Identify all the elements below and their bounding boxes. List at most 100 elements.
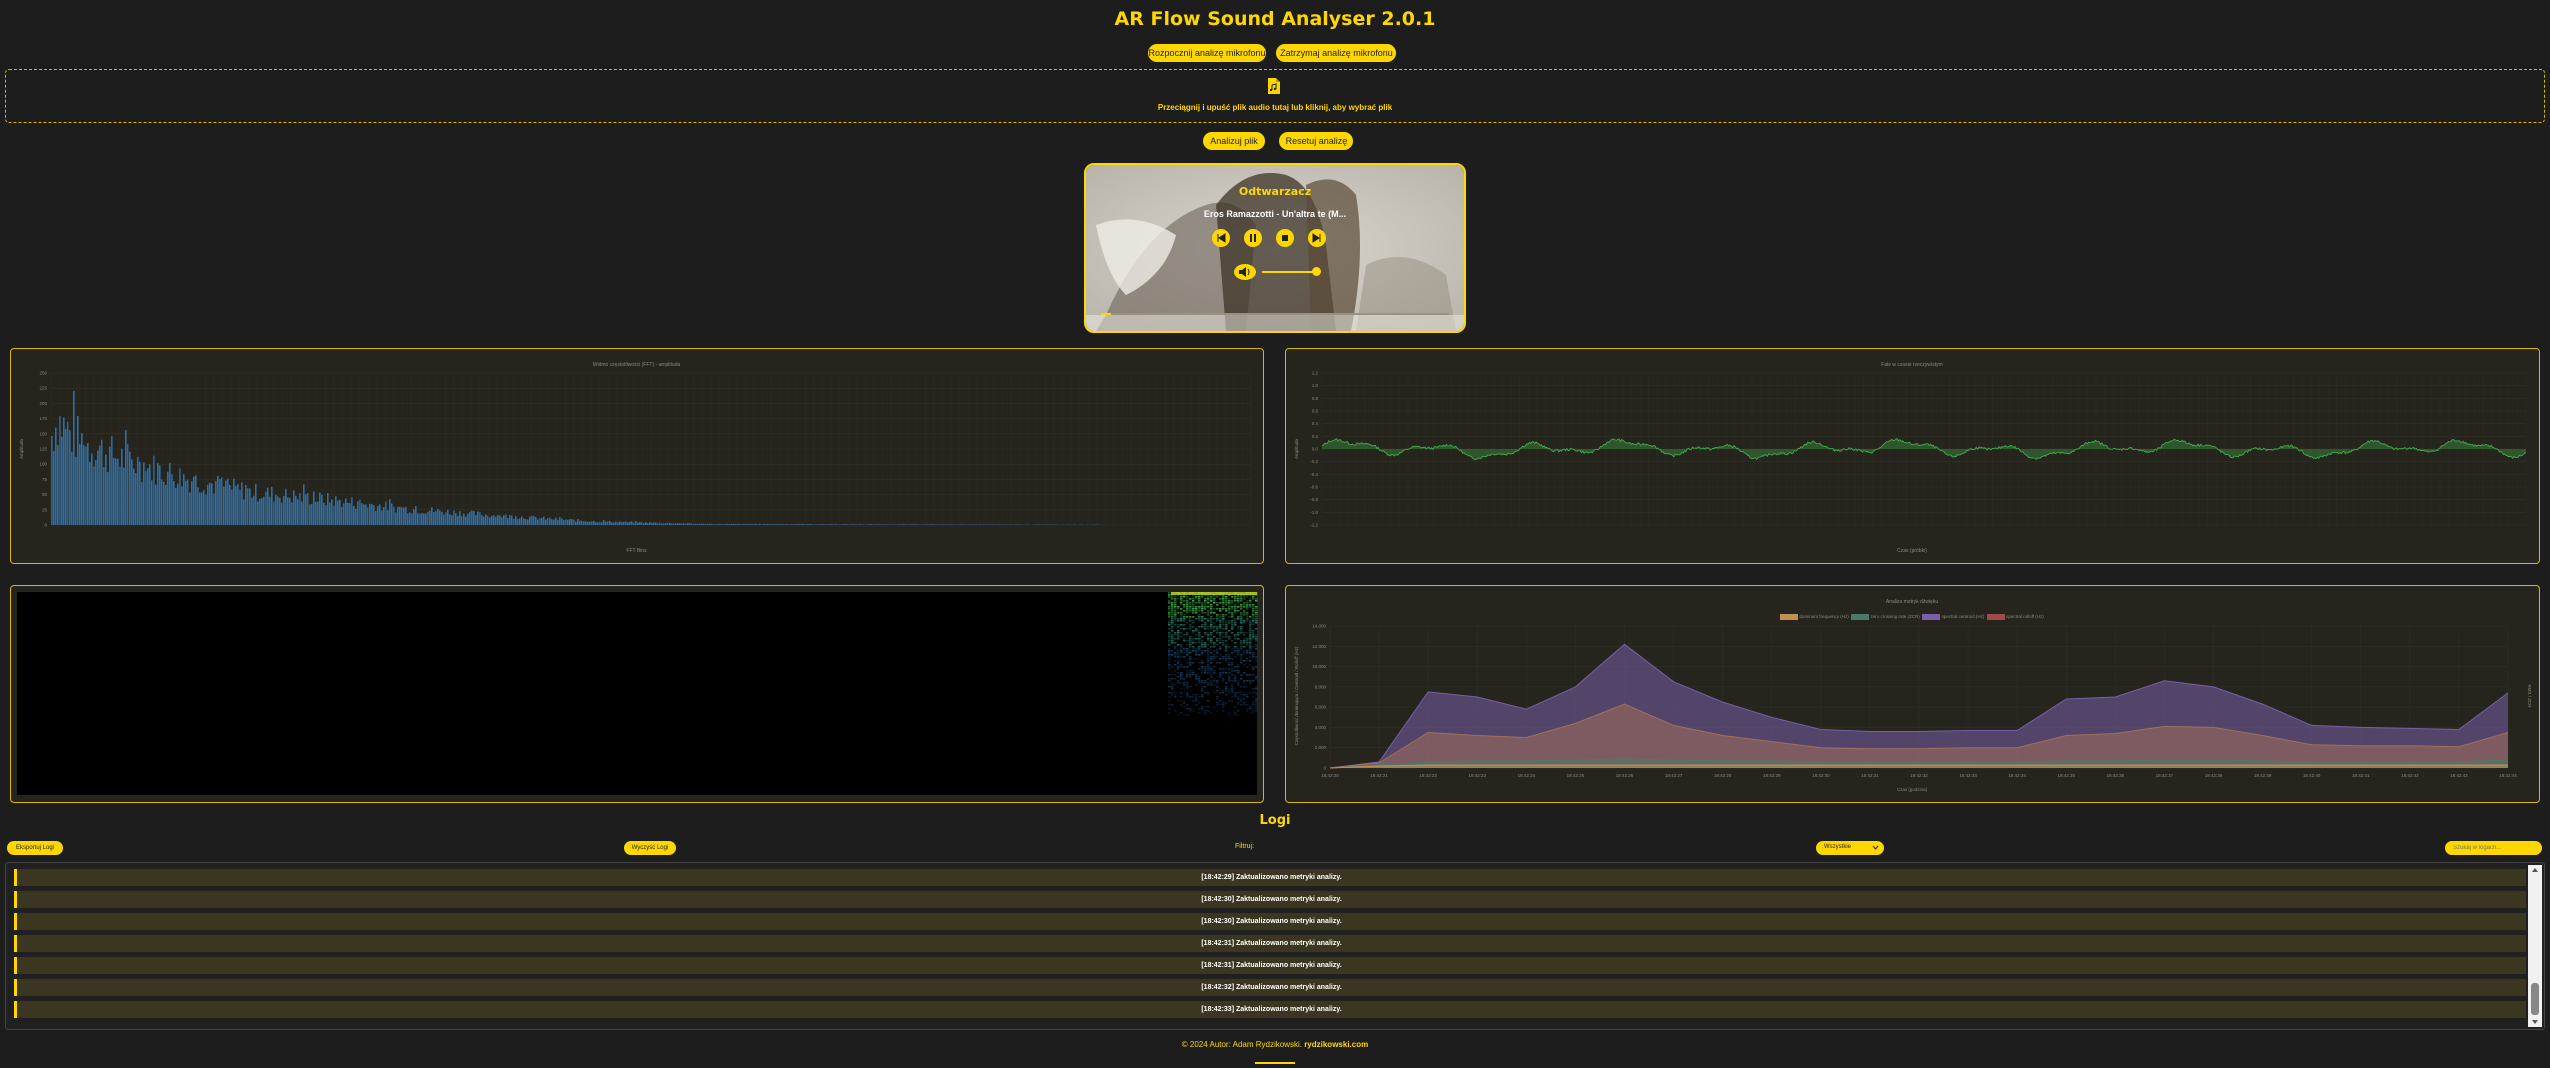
stop-mic-button[interactable]: Zatrzymaj analizę mikrofonu	[1276, 44, 1397, 62]
clear-logs-button[interactable]: Wyczyść Logi	[624, 841, 676, 855]
y-tick-label: 0.2	[1312, 434, 1319, 439]
spectrogram-cell	[1252, 692, 1255, 694]
spectrogram-cell	[1231, 670, 1234, 672]
fft-bar	[371, 503, 373, 525]
spectrogram-cell	[1237, 626, 1240, 628]
next-icon[interactable]	[1307, 228, 1327, 248]
spectrogram-cell	[1201, 606, 1204, 608]
spectrogram-cell	[1186, 598, 1189, 600]
start-mic-button[interactable]: Rozpocznij analizę mikrofonu	[1148, 44, 1266, 62]
fft-bar	[87, 443, 89, 525]
spectrogram-cell	[1219, 676, 1222, 678]
log-search-input[interactable]	[2445, 841, 2542, 855]
spectrogram-cell	[1210, 622, 1213, 624]
spectrogram-cell	[1252, 688, 1255, 690]
spectrogram-cell	[1177, 672, 1180, 674]
fft-bar	[367, 507, 369, 525]
fft-bar	[523, 518, 525, 525]
progress-bar[interactable]	[1101, 313, 1449, 315]
spectrogram-cell	[1171, 634, 1174, 636]
spectrogram-cell	[1168, 638, 1171, 640]
pause-icon[interactable]	[1243, 228, 1263, 248]
fft-bar	[103, 467, 105, 525]
spectrogram-cell	[1177, 676, 1180, 678]
spectrogram-cell	[1213, 680, 1216, 682]
spectrogram-cell	[1228, 646, 1231, 648]
fft-bar	[663, 523, 665, 525]
spectrogram-cell	[1249, 600, 1252, 602]
metrics-chart: 02,0004,0006,0008,00010,00012,00014,0001…	[1294, 624, 2532, 779]
spectrogram-cell	[1207, 706, 1210, 708]
volume-slider-thumb[interactable]	[1312, 267, 1321, 276]
metrics-chart-card: Analiza metryk dźwięku dominant frequenc…	[1285, 585, 2540, 803]
fft-bar	[785, 524, 787, 525]
spectrogram-cell	[1183, 666, 1186, 668]
spectrogram-cell	[1207, 710, 1210, 712]
fft-bar	[657, 523, 659, 525]
spectrogram-cell	[1234, 606, 1237, 608]
spectrogram-cell	[1171, 674, 1174, 676]
spectrogram-cell	[1243, 694, 1246, 696]
spectrogram-cell	[1168, 596, 1171, 598]
volume-icon[interactable]	[1233, 263, 1257, 281]
spectrogram-cell	[1234, 608, 1237, 610]
spectrogram-cell	[1180, 632, 1183, 634]
y-tick-label: 14,000	[1312, 624, 1326, 629]
fft-bar	[319, 492, 321, 525]
x-tick-label: 18:42:38	[2205, 773, 2223, 778]
reset-analysis-button[interactable]: Resetuj analizę	[1279, 132, 1354, 150]
fft-bar	[677, 523, 679, 525]
spectrogram-cell	[1240, 618, 1243, 620]
fft-bar	[917, 524, 919, 525]
spectrogram-cell	[1240, 686, 1243, 688]
spectrogram-cell	[1240, 656, 1243, 658]
spectrogram-cell	[1210, 660, 1213, 662]
spectrogram-cell	[1216, 632, 1219, 634]
spectrogram-cell	[1198, 596, 1201, 598]
log-filter-select[interactable]: Wszystkie	[1816, 841, 1884, 855]
spectrogram-cell	[1255, 598, 1258, 600]
scroll-down-icon[interactable]	[2531, 1019, 2539, 1025]
spectrogram-cell	[1210, 684, 1213, 686]
spectrogram-cell	[1255, 694, 1258, 696]
spectrogram-cell	[1174, 674, 1177, 676]
footer-link[interactable]: rydzikowski.com	[1304, 1040, 1368, 1049]
fft-bar	[545, 519, 547, 525]
stop-icon[interactable]	[1275, 228, 1295, 248]
spectrogram-cell	[1249, 634, 1252, 636]
spectrogram-cell	[1186, 628, 1189, 630]
spectrogram-cell	[1219, 658, 1222, 660]
fft-bar	[697, 524, 699, 525]
fft-bar	[615, 521, 617, 525]
spectrogram-cell	[1210, 620, 1213, 622]
spectrogram-cell	[1228, 664, 1231, 666]
spectrogram-cell	[1207, 658, 1210, 660]
fft-bar	[943, 524, 945, 525]
spectrogram-cell	[1249, 712, 1252, 714]
spectrogram-cell	[1168, 624, 1171, 626]
spectrogram-cell	[1228, 690, 1231, 692]
spectrogram-card	[10, 585, 1264, 803]
spectrogram-cell	[1195, 630, 1198, 632]
spectrogram-cell	[1219, 672, 1222, 674]
spectrogram-cell	[1168, 620, 1171, 622]
spectrogram-cell	[1216, 608, 1219, 610]
export-logs-button[interactable]: Eksportuj Logi	[7, 841, 63, 855]
log-scrollbar[interactable]	[2528, 865, 2542, 1027]
spectrogram-cell	[1249, 650, 1252, 652]
spectrogram-cell	[1231, 626, 1234, 628]
fft-bar	[779, 524, 781, 525]
fft-bar	[131, 459, 133, 525]
scroll-up-icon[interactable]	[2531, 867, 2539, 873]
spectrogram-cell	[1231, 674, 1234, 676]
spectrogram-cell	[1189, 674, 1192, 676]
prev-icon[interactable]	[1211, 228, 1231, 248]
scrollbar-thumb[interactable]	[2531, 983, 2539, 1015]
spectrogram-cell	[1189, 670, 1192, 672]
fft-bar	[357, 501, 359, 525]
spectrogram-cell	[1240, 606, 1243, 608]
spectrogram-cell	[1171, 624, 1174, 626]
analyze-file-button[interactable]: Analizuj plik	[1203, 132, 1265, 150]
spectrogram-cell	[1213, 642, 1216, 644]
fft-bar	[715, 524, 717, 525]
